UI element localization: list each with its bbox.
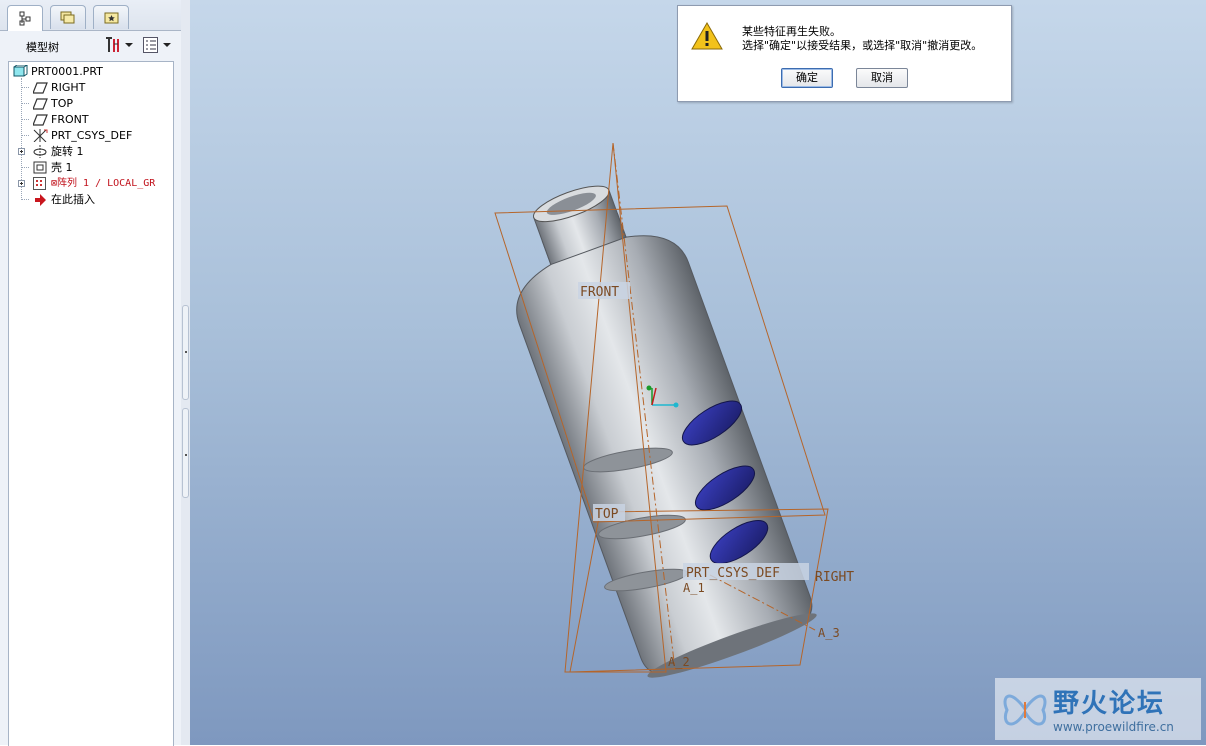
graphics-window[interactable]: FRONT TOP RIGHT PRT_CSYS_DEF A_1 A_2 A_3 xyxy=(190,0,1206,745)
tree-item-label: 壳 1 xyxy=(51,161,73,174)
tree-item-label: 在此插入 xyxy=(51,193,95,206)
tree-header: 模型树 xyxy=(0,31,181,59)
label-axis-a1[interactable]: A_1 xyxy=(683,581,705,595)
tree-item-label: FRONT xyxy=(51,113,89,126)
bottle-model[interactable] xyxy=(483,162,820,686)
label-csys[interactable]: PRT_CSYS_DEF xyxy=(686,566,780,581)
show-list-icon[interactable] xyxy=(142,36,160,54)
tree-item-label: PRT0001.PRT xyxy=(31,65,103,78)
model-tree: PRT0001.PRT RIGHT TOP FRONT PRT_CSYS_DEF xyxy=(8,61,174,746)
insert-arrow-icon xyxy=(35,194,46,206)
warning-icon xyxy=(691,22,723,50)
splitter-grip[interactable] xyxy=(182,408,189,498)
part-icon xyxy=(13,65,28,77)
datum-plane-icon xyxy=(33,114,48,126)
watermark-title: 野火论坛 xyxy=(1053,689,1166,719)
expand-revolve-icon[interactable] xyxy=(18,148,25,155)
label-top[interactable]: TOP xyxy=(595,507,619,522)
shell-icon xyxy=(33,161,47,174)
settings-tools-icon[interactable] xyxy=(103,36,123,54)
revolve-icon xyxy=(33,145,47,158)
tree-item-label: RIGHT xyxy=(51,81,86,94)
model-scene[interactable]: FRONT TOP RIGHT PRT_CSYS_DEF A_1 A_2 A_3 xyxy=(190,0,1206,745)
tab-model-tree[interactable] xyxy=(7,5,43,31)
tree-icon xyxy=(19,11,31,26)
label-right[interactable]: RIGHT xyxy=(815,570,854,585)
tab-favorites[interactable] xyxy=(93,5,129,29)
tree-item-label: 旋转 1 xyxy=(51,145,84,158)
pattern-icon xyxy=(33,177,46,190)
panel-splitter[interactable] xyxy=(181,0,190,745)
label-axis-a2[interactable]: A_2 xyxy=(668,655,690,669)
label-axis-a3[interactable]: A_3 xyxy=(818,626,840,640)
tree-item-label: PRT_CSYS_DEF xyxy=(51,129,133,142)
ok-button[interactable]: 确定 xyxy=(781,68,833,88)
datum-plane-icon xyxy=(33,82,48,94)
expand-pattern-icon[interactable] xyxy=(18,180,25,187)
model-tree-title: 模型树 xyxy=(26,41,59,54)
splitter-grip[interactable] xyxy=(182,305,189,400)
settings-dropdown-icon[interactable] xyxy=(125,43,133,47)
cancel-button[interactable]: 取消 xyxy=(856,68,908,88)
forum-watermark: 野火论坛 www.proewildfire.cn xyxy=(995,678,1201,740)
navigator-panel: 模型树 PRT0001.PRT RIGHT TOP FRONT PRT_CSYS… xyxy=(0,0,182,746)
show-dropdown-icon[interactable] xyxy=(163,43,171,47)
label-front[interactable]: FRONT xyxy=(580,285,619,300)
tree-item-label: ⊠阵列 1 / LOCAL_GR xyxy=(51,178,156,189)
tab-folder-browser[interactable] xyxy=(50,5,86,29)
dialog-message-line2: 选择"确定"以接受结果，或选择"取消"撤消更改。 xyxy=(742,39,983,52)
watermark-url: www.proewildfire.cn xyxy=(1053,720,1174,734)
favorites-folder-icon xyxy=(104,12,119,24)
regeneration-warning-dialog: 某些特征再生失败。 选择"确定"以接受结果，或选择"取消"撤消更改。 确定 取消 xyxy=(677,5,1012,102)
butterfly-logo-icon xyxy=(1003,694,1047,726)
navigator-tabs xyxy=(0,0,181,31)
tree-item-label: TOP xyxy=(51,97,74,110)
coordinate-system-icon xyxy=(33,129,48,142)
folders-icon xyxy=(60,11,75,24)
datum-plane-icon xyxy=(33,98,48,110)
